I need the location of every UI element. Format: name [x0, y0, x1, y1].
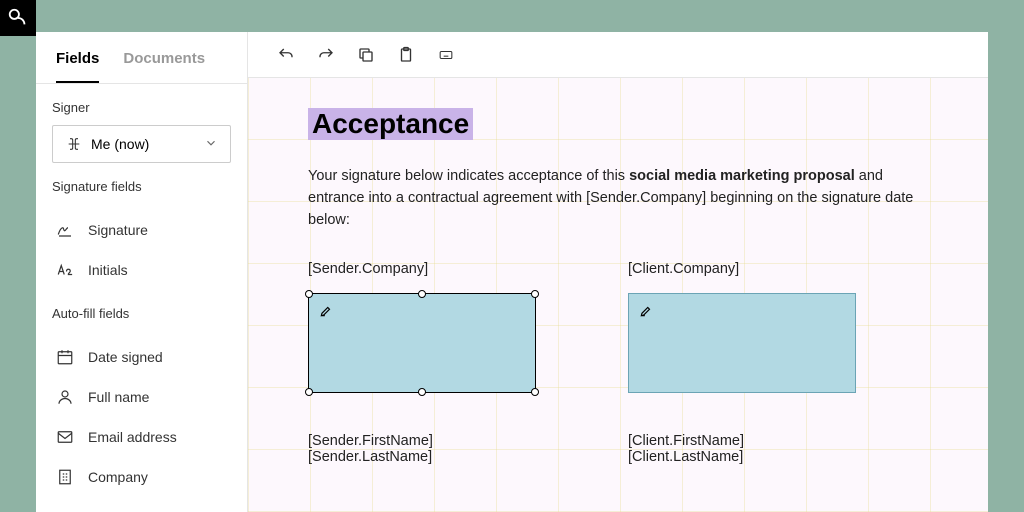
field-initials-label: Initials — [88, 262, 128, 278]
signature-icon — [56, 221, 74, 239]
autofill-fields-label: Auto-fill fields — [52, 306, 231, 321]
sender-company-label[interactable]: [Sender.Company] — [308, 261, 538, 277]
signer-label: Signer — [52, 100, 231, 115]
chevron-down-icon — [204, 136, 218, 153]
brand-logo — [0, 0, 36, 36]
initials-icon — [56, 261, 74, 279]
keyboard-button[interactable] — [436, 45, 456, 65]
cursor-text-icon — [65, 135, 83, 153]
signer-section: Signer Me (now) — [36, 84, 247, 163]
app-window: Fields Documents Signer Me (now) Signatu… — [36, 32, 988, 512]
client-company-label[interactable]: [Client.Company] — [628, 261, 858, 277]
resize-handle[interactable] — [418, 388, 426, 396]
sidebar-tabs: Fields Documents — [36, 32, 247, 84]
resize-handle[interactable] — [531, 388, 539, 396]
client-signature-col: [Client.Company] — [628, 261, 858, 393]
autofill-fields-section: Auto-fill fields — [36, 290, 247, 321]
document-canvas[interactable]: Acceptance Your signature below indicate… — [248, 78, 988, 512]
field-initials[interactable]: Initials — [44, 250, 239, 290]
field-email-address[interactable]: Email address — [44, 417, 239, 457]
sender-signature-field[interactable] — [308, 293, 536, 393]
calendar-icon — [56, 348, 74, 366]
pen-icon — [639, 305, 653, 322]
client-name[interactable]: [Client.FirstName] [Client.LastName] — [628, 433, 858, 465]
redo-button[interactable] — [316, 45, 336, 65]
toolbar — [248, 32, 988, 78]
signer-dropdown[interactable]: Me (now) — [52, 125, 231, 163]
sender-name[interactable]: [Sender.FirstName] [Sender.LastName] — [308, 433, 538, 465]
person-icon — [56, 388, 74, 406]
name-row: [Sender.FirstName] [Sender.LastName] [Cl… — [308, 433, 928, 465]
field-company-label: Company — [88, 469, 148, 485]
envelope-icon — [56, 428, 74, 446]
signature-row: [Sender.Company] — [308, 261, 928, 393]
sidebar: Fields Documents Signer Me (now) Signatu… — [36, 32, 248, 512]
field-full-name-label: Full name — [88, 389, 149, 405]
field-signature-label: Signature — [88, 222, 148, 238]
copy-button[interactable] — [356, 45, 376, 65]
document-content: Acceptance Your signature below indicate… — [248, 78, 988, 465]
doc-paragraph[interactable]: Your signature below indicates acceptanc… — [308, 166, 928, 231]
sender-signature-col: [Sender.Company] — [308, 261, 538, 393]
para-bold: social media marketing proposal — [629, 168, 855, 184]
resize-handle[interactable] — [418, 290, 426, 298]
building-icon — [56, 468, 74, 486]
resize-handle[interactable] — [305, 388, 313, 396]
para-pre: Your signature below indicates acceptanc… — [308, 168, 629, 184]
field-email-address-label: Email address — [88, 429, 177, 445]
field-signature[interactable]: Signature — [44, 210, 239, 250]
signer-value: Me (now) — [91, 136, 149, 152]
tab-documents[interactable]: Documents — [123, 50, 205, 83]
field-date-signed-label: Date signed — [88, 349, 163, 365]
tab-fields[interactable]: Fields — [56, 50, 99, 83]
signature-fields-label: Signature fields — [52, 179, 231, 194]
pen-icon — [319, 305, 333, 322]
doc-title[interactable]: Acceptance — [308, 108, 473, 140]
resize-handle[interactable] — [531, 290, 539, 298]
paste-button[interactable] — [396, 45, 416, 65]
undo-button[interactable] — [276, 45, 296, 65]
client-signature-field[interactable] — [628, 293, 856, 393]
field-company[interactable]: Company — [44, 457, 239, 497]
resize-handle[interactable] — [305, 290, 313, 298]
field-date-signed[interactable]: Date signed — [44, 337, 239, 377]
main-area: Acceptance Your signature below indicate… — [248, 32, 988, 512]
field-full-name[interactable]: Full name — [44, 377, 239, 417]
signature-fields-section: Signature fields — [36, 163, 247, 194]
